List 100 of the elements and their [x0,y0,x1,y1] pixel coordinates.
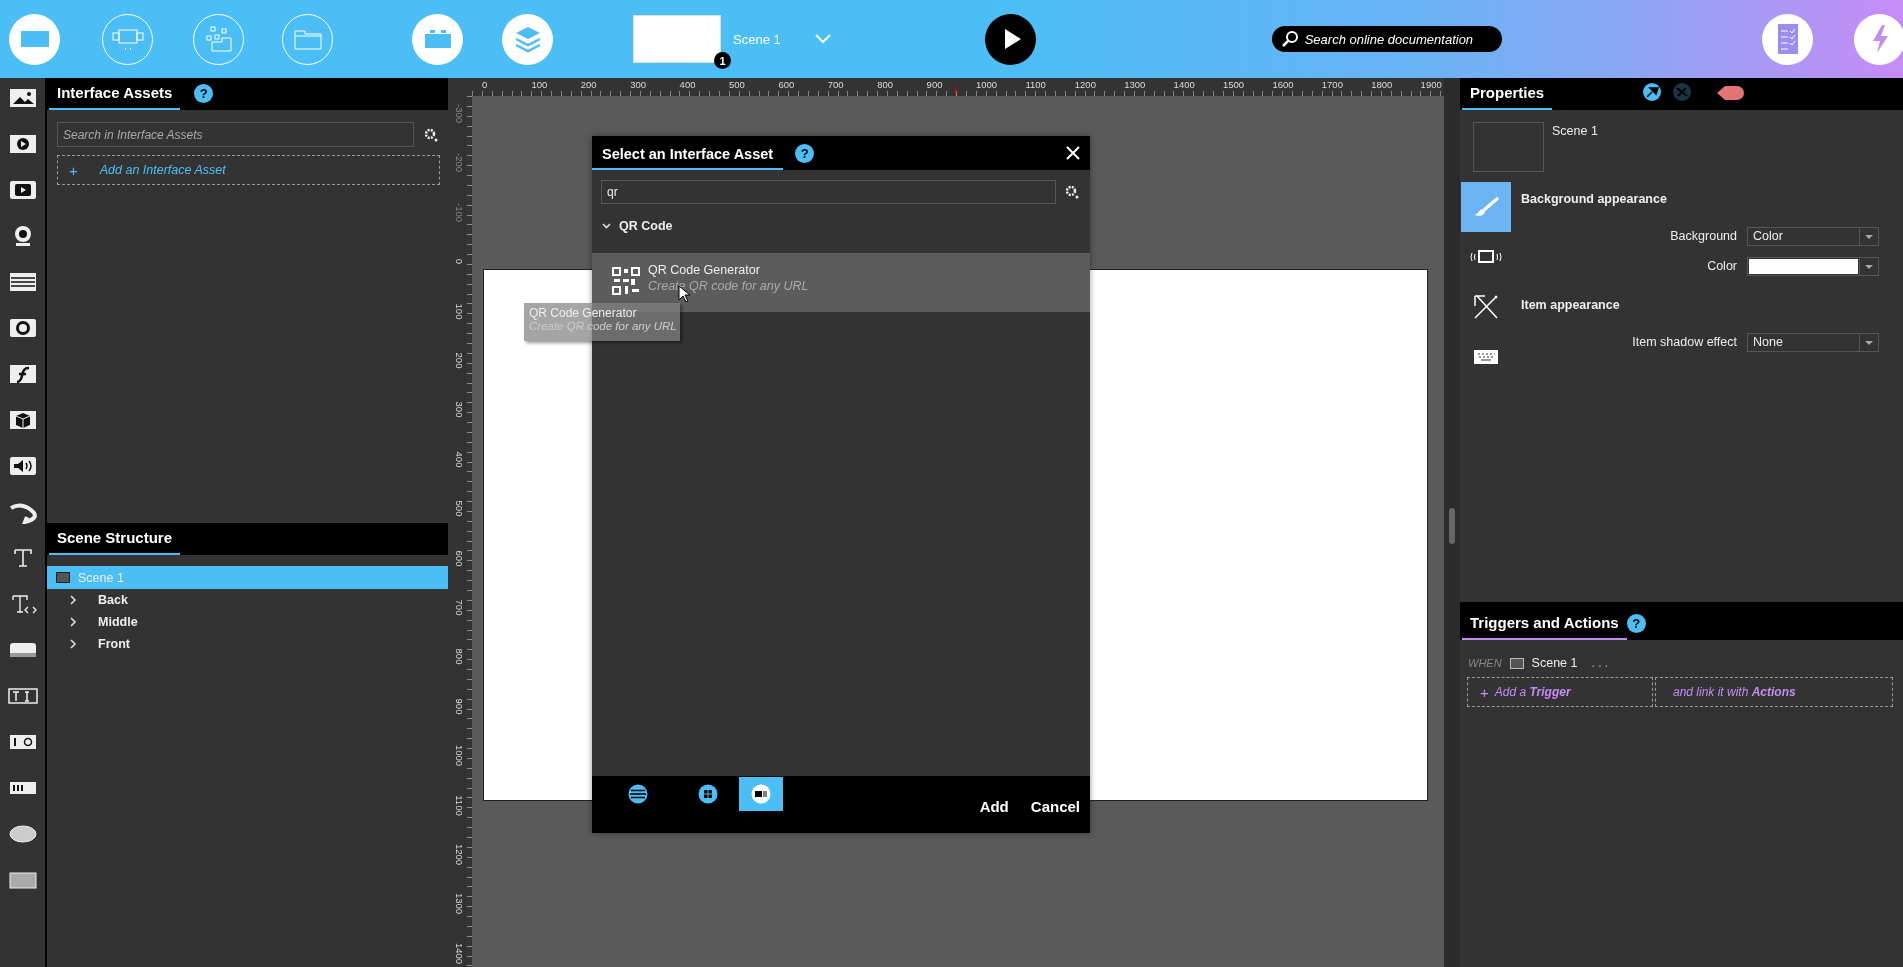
add-asset-button[interactable]: + Add an Interface Asset [57,155,440,185]
scene-count-badge: 1 [714,52,731,69]
list-icon[interactable] [7,270,38,294]
ruler-label: 700 [453,598,465,618]
more-options[interactable]: . . . [1591,656,1609,670]
link-actions-button[interactable]: and link it with Actions [1655,677,1893,707]
ruler-label: 200 [580,79,597,90]
ruler-label: 1400 [453,941,465,966]
expand-icon[interactable] [69,595,77,605]
search-icon [1280,30,1299,48]
when-label: WHEN [1468,657,1502,669]
ruler-label: 700 [827,79,844,90]
scene-icon [56,572,70,583]
panel-title: Interface Assets [49,84,181,110]
brush-icon [1472,196,1500,218]
pencil-ruler-icon [1473,294,1499,320]
field-label: Item shadow effect [1632,335,1737,349]
ruler-label: 100 [531,79,548,90]
ruler-label: 500 [729,79,745,90]
tag-icon[interactable] [1716,84,1745,102]
ruler-label: 1100 [453,793,465,818]
panel-title: Triggers and Actions [1462,614,1627,640]
section-title: Background appearance [1521,192,1668,206]
list-icon [628,784,648,804]
ruler-label: 400 [453,450,465,470]
ruler-label: 0 [453,258,465,267]
color-dropdown[interactable] [1747,256,1879,276]
cube-icon[interactable] [7,408,38,432]
ruler-label: 100 [453,302,465,322]
grid-icon [698,784,718,804]
detail-view-button[interactable] [739,777,783,811]
tree-item[interactable]: Front [47,633,448,655]
ruler-label: 1000 [976,79,998,90]
ruler-label: -100 [453,201,465,224]
tree-item[interactable]: Middle [47,611,448,633]
ruler-label: 400 [679,79,696,90]
ruler-label: 1900 [1420,79,1442,90]
ellipse-icon[interactable] [7,822,38,846]
vibrating-screen-icon [1468,250,1504,264]
ruler-label: 900 [453,697,465,717]
keyboard-icon [1473,349,1499,365]
ruler-label: 300 [630,79,647,90]
ruler-label: 1300 [453,892,465,916]
ruler-label: 1200 [1074,79,1096,90]
ruler-label: 1800 [1371,79,1393,90]
expand-icon[interactable] [69,639,77,649]
card-icon [751,784,771,804]
ruler-label: -200 [453,152,465,175]
scene-thumbnail[interactable] [633,15,721,63]
ruler-label: 500 [453,499,465,519]
ruler-label: 1600 [1272,79,1294,90]
add-trigger-button[interactable]: + Add a Trigger [1467,677,1653,707]
close-icon[interactable] [1065,145,1081,161]
settings-icon[interactable] [1065,185,1079,199]
ruler-label: 600 [778,79,795,90]
dialog-title: Select an Interface Asset [592,145,784,170]
qr-code-icon [612,266,640,295]
ruler-label: 0 [482,79,488,90]
asset-search-field[interactable]: Search in Interface Assets [57,122,414,147]
group-header[interactable]: QR Code [592,204,1090,236]
ruler-label: 200 [453,351,465,371]
flash-icon[interactable] [7,362,38,386]
ruler-label: 800 [453,647,465,667]
expand-icon[interactable] [69,617,77,627]
ruler-label: 1000 [453,744,465,768]
section-title: Item appearance [1521,298,1621,312]
help-icon[interactable]: ? [194,84,214,103]
scrollbar-thumb[interactable] [1449,508,1455,544]
settings-icon[interactable] [424,127,438,142]
dropdown[interactable]: None [1747,332,1879,352]
image-icon[interactable] [7,86,38,110]
ruler-label: 600 [453,549,465,569]
ruler-label: 900 [926,79,943,90]
ruler-label: 300 [453,400,465,420]
help-icon[interactable]: ? [1626,614,1646,633]
asset-search-field[interactable]: qr [601,180,1056,204]
ruler-label: 1300 [1124,79,1146,90]
dropdown[interactable]: Color [1747,226,1879,246]
object-thumbnail [1473,122,1544,172]
trigger-scene-name: Scene 1 [1531,656,1578,670]
panel-title: Properties [1462,84,1553,110]
documentation-search-field[interactable]: Search online documentation [1271,26,1502,52]
help-icon[interactable]: ? [795,144,815,163]
play-icon[interactable] [7,178,38,202]
tree-item[interactable]: Back [47,589,448,611]
ruler-label: 1100 [1025,79,1046,90]
scene-icon [1509,657,1524,669]
video-icon[interactable] [7,132,38,156]
speaker-icon[interactable] [7,454,38,478]
ruler-label: 1400 [1173,79,1195,90]
cancel-button[interactable]: Cancel [1030,798,1080,815]
ruler-label: 1200 [453,842,465,867]
field-label: Background [1670,229,1737,243]
pin-icon[interactable] [1642,82,1663,102]
add-button[interactable]: Add [979,798,1009,815]
ruler-label: 1700 [1321,79,1343,90]
checklist-icon[interactable] [1762,13,1813,65]
ruler-label: 1500 [1223,79,1245,90]
ruler-label: -300 [453,103,465,125]
ruler-label: 800 [877,79,894,90]
